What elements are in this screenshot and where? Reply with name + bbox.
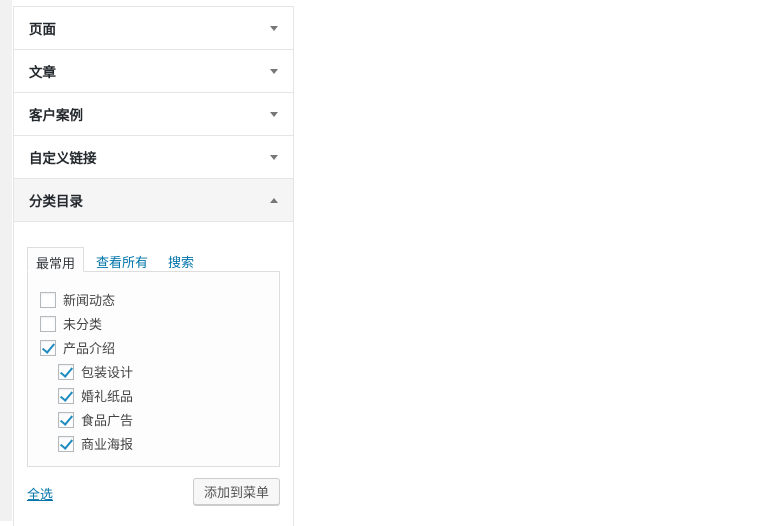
section-custom-links[interactable]: 自定义链接 xyxy=(14,136,293,179)
checkbox[interactable] xyxy=(40,315,56,332)
section-pages[interactable]: 页面 xyxy=(14,7,293,50)
chevron-down-icon xyxy=(270,111,278,117)
add-to-menu-button[interactable]: 添加到菜单 xyxy=(193,478,280,505)
category-label: 新闻动态 xyxy=(63,293,116,308)
tab-most-used[interactable]: 最常用 xyxy=(27,247,85,272)
chevron-down-icon xyxy=(270,25,278,31)
checkbox[interactable] xyxy=(58,363,74,380)
category-item[interactable]: 新闻动态 xyxy=(40,290,115,309)
category-label: 未分类 xyxy=(63,317,103,332)
section-label: 页面 xyxy=(29,22,56,37)
category-label: 婚礼纸品 xyxy=(81,389,134,404)
menu-items-accordion: 页面 文章 客户案例 自定义链接 分类目录 最常用 查看所有 搜索 新闻动态未分… xyxy=(13,6,294,526)
section-label: 文章 xyxy=(29,65,56,80)
category-item[interactable]: 包装设计 xyxy=(58,362,133,381)
checkbox[interactable] xyxy=(58,411,74,428)
category-item[interactable]: 婚礼纸品 xyxy=(58,386,133,405)
chevron-down-icon xyxy=(270,154,278,160)
section-label: 客户案例 xyxy=(29,108,83,123)
category-label: 包装设计 xyxy=(81,365,134,380)
left-gutter xyxy=(0,0,12,521)
category-item[interactable]: 商业海报 xyxy=(58,434,133,453)
categories-panel: 最常用 查看所有 搜索 新闻动态 未分类 产品介绍 包装设计 婚礼纸品 食品广告 商业海报 … xyxy=(14,222,293,522)
category-tabs: 最常用 查看所有 搜索 xyxy=(27,247,206,272)
checkbox[interactable] xyxy=(58,387,74,404)
section-posts[interactable]: 文章 xyxy=(14,50,293,93)
select-all-link[interactable]: 全选 xyxy=(27,484,53,503)
tab-view-all[interactable]: 查看所有 xyxy=(88,247,156,272)
section-label: 分类目录 xyxy=(29,194,83,209)
category-item[interactable]: 产品介绍 xyxy=(40,338,115,357)
category-item[interactable]: 未分类 xyxy=(40,314,102,333)
category-label: 食品广告 xyxy=(81,413,134,428)
category-label: 产品介绍 xyxy=(63,341,116,356)
section-cases[interactable]: 客户案例 xyxy=(14,93,293,136)
section-label: 自定义链接 xyxy=(29,151,97,166)
category-label: 商业海报 xyxy=(81,437,134,452)
chevron-up-icon xyxy=(270,197,278,203)
category-item[interactable]: 食品广告 xyxy=(58,410,133,429)
checkbox[interactable] xyxy=(40,339,56,356)
checkbox[interactable] xyxy=(40,291,56,308)
checkbox[interactable] xyxy=(58,435,74,452)
section-categories[interactable]: 分类目录 xyxy=(14,179,293,222)
chevron-down-icon xyxy=(270,68,278,74)
tab-search[interactable]: 搜索 xyxy=(160,247,202,272)
category-checklist: 新闻动态未分类产品介绍包装设计婚礼纸品食品广告商业海报 xyxy=(27,271,280,467)
